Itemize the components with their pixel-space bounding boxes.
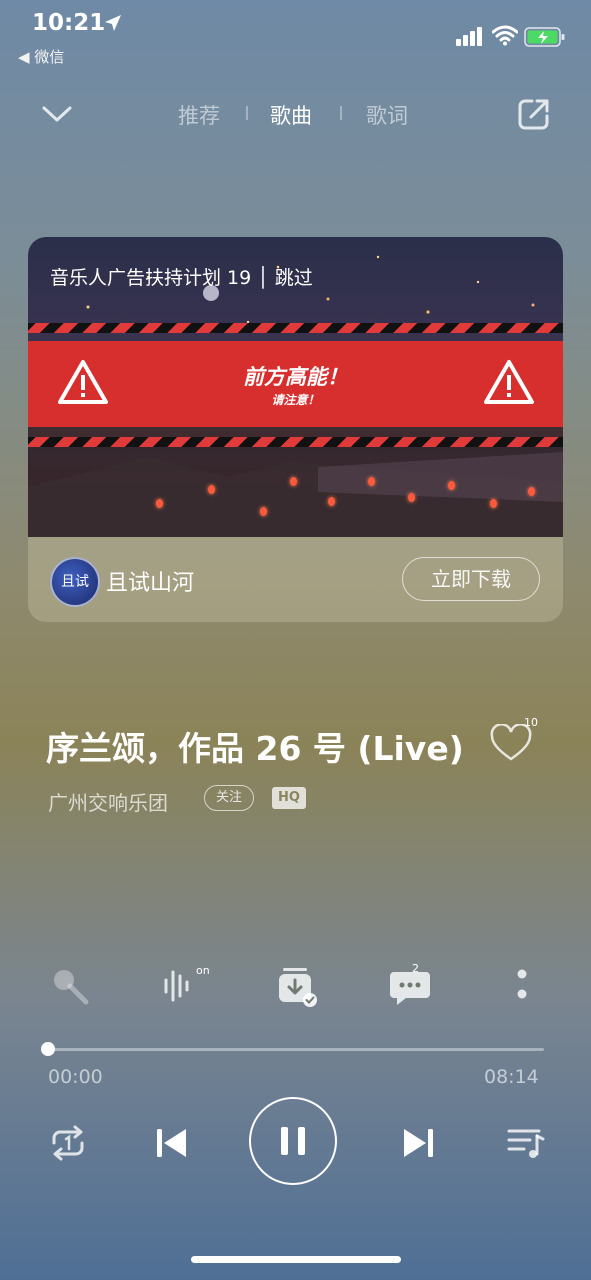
download-song-icon[interactable] [275,964,319,1008]
battery-charging-icon [524,27,565,47]
lantern-decoration [328,497,335,506]
lantern-decoration [408,493,415,502]
duration: 08:14 [484,1066,539,1088]
karaoke-mic-icon[interactable] [48,964,92,1008]
next-track-icon[interactable] [400,1118,436,1168]
pause-icon [281,1127,305,1155]
lantern-decoration [290,477,297,486]
pause-button[interactable] [249,1097,337,1185]
cellular-signal-icon [456,27,482,46]
tab-lyrics[interactable]: 歌词 [366,100,408,130]
wifi-icon [492,25,518,46]
lantern-decoration [368,477,375,486]
collapse-chevron-icon[interactable] [40,98,74,128]
progress-knob[interactable] [41,1042,55,1056]
lantern-decoration [156,499,163,508]
download-button[interactable]: 立即下载 [402,557,540,601]
back-to-wechat-link[interactable]: ◀ 微信 [18,46,64,67]
advertiser-avatar[interactable]: 且试 [50,557,100,607]
follow-button[interactable]: 关注 [204,785,254,811]
hazard-stripe-top [28,323,563,333]
share-icon[interactable] [516,96,552,132]
like-count: 10 [524,716,538,729]
tab-separator [246,106,248,120]
banner-title: 前方高能！ [243,365,348,389]
home-indicator[interactable] [191,1256,401,1263]
location-arrow-icon [105,15,121,31]
banner-subtitle: 请注意！ [271,393,320,407]
song-title: 序兰颂，作品 26 号 (Live) [46,729,464,768]
previous-track-icon[interactable] [154,1118,190,1168]
tab-recommend[interactable]: 推荐 [178,100,220,130]
ad-card[interactable]: 音乐人广告扶持计划 19 │ 跳过 前方高能！ 请注意！ 且试 且试山河 立即下… [28,237,563,622]
comment-icon[interactable] [388,964,432,1008]
tab-song[interactable]: 歌曲 [270,100,312,130]
ad-image[interactable]: 音乐人广告扶持计划 19 │ 跳过 前方高能！ 请注意！ [28,237,563,537]
hq-badge: HQ [272,787,306,809]
comment-count: 2 [412,962,419,975]
more-options-icon[interactable] [500,964,544,1008]
lantern-decoration [528,487,535,496]
lantern-decoration [490,499,497,508]
status-time: 10:21 [32,10,106,36]
artist-name[interactable]: 广州交响乐团 [48,787,168,816]
lantern-decoration [208,485,215,494]
ad-title[interactable]: 音乐人广告扶持计划 19 │ 跳过 [50,263,313,290]
progress-track[interactable] [48,1048,544,1051]
hazard-stripe-bottom [28,437,563,447]
current-time: 00:00 [48,1066,103,1088]
lantern-decoration [260,507,267,516]
repeat-icon[interactable] [48,1118,88,1168]
tab-separator [340,106,342,120]
lantern-decoration [448,481,455,490]
advertiser-name[interactable]: 且试山河 [106,565,194,597]
sound-effect-badge: on [196,964,210,977]
heart-icon[interactable] [490,724,532,762]
playlist-icon[interactable] [506,1118,546,1168]
